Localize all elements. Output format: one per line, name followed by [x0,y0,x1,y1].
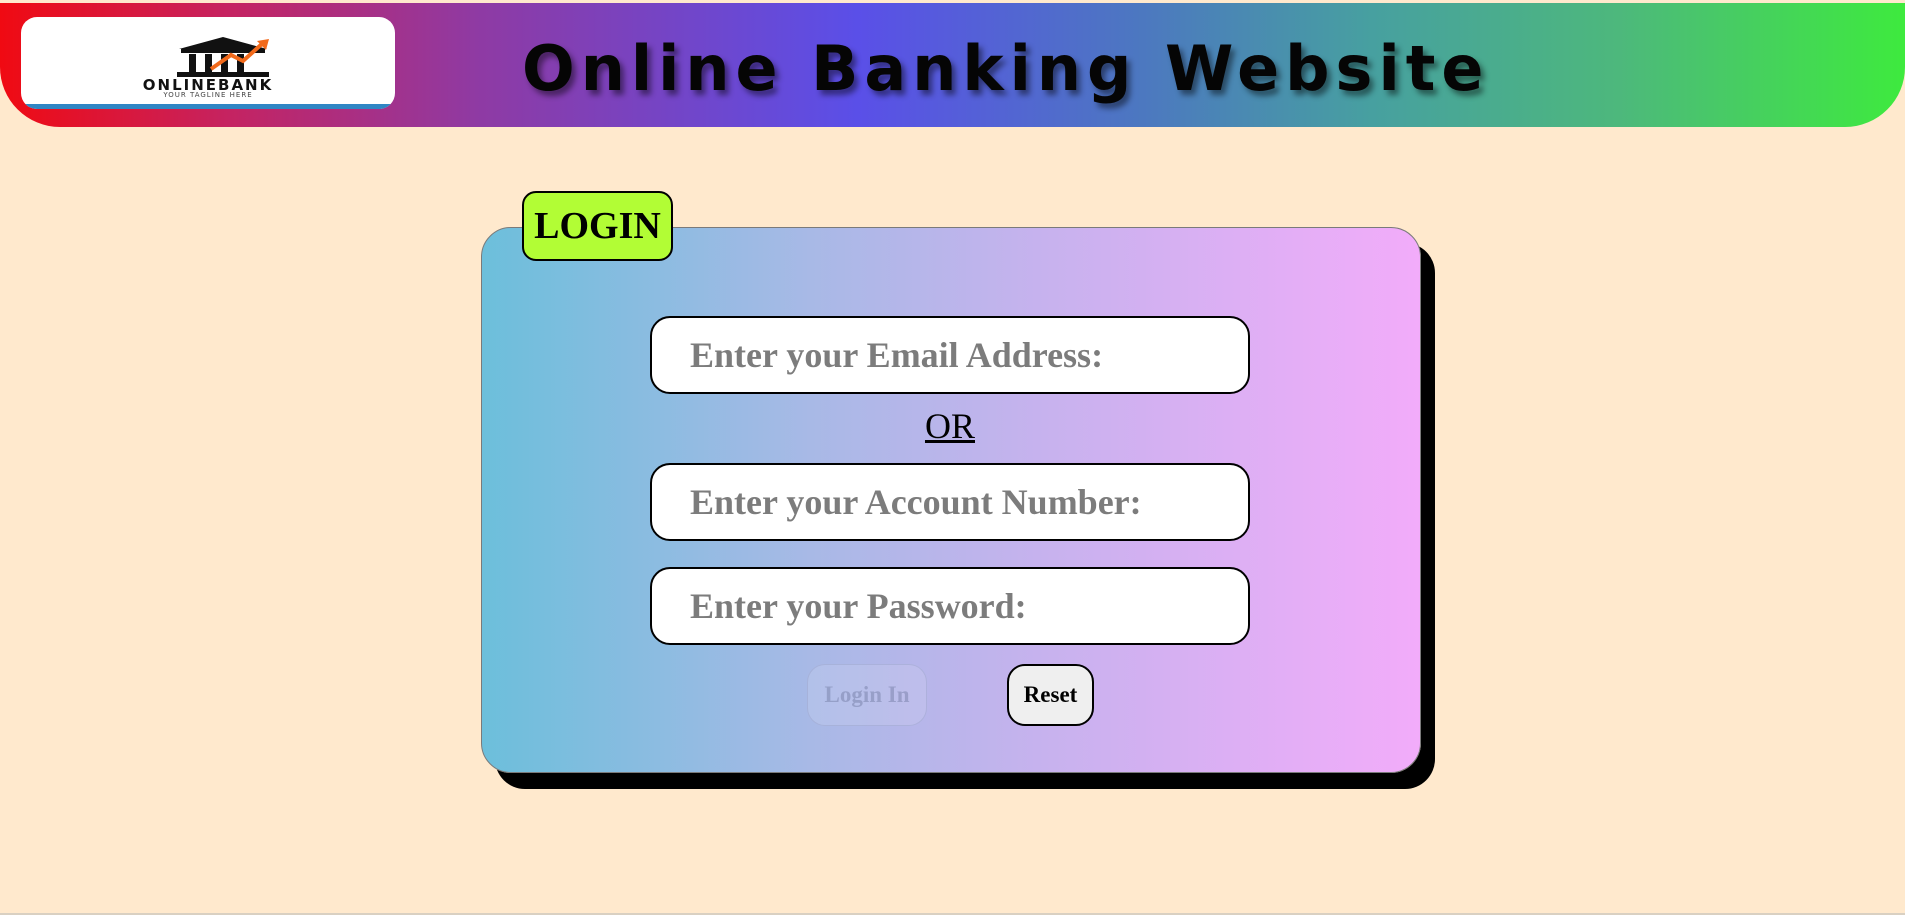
site-header: ONLINEBANK YOUR TAGLINE HERE Online Bank… [0,3,1905,127]
logo-strip [21,104,395,109]
bank-building-icon [177,37,269,77]
password-input[interactable] [650,567,1250,645]
email-input[interactable] [650,316,1250,394]
reset-button[interactable]: Reset [1007,664,1094,726]
or-separator: OR [924,406,975,446]
page-title: Online Banking Website [522,32,1490,105]
login-badge: LOGIN [522,191,673,261]
logo-tagline: YOUR TAGLINE HERE [163,91,253,99]
bank-logo[interactable]: ONLINEBANK YOUR TAGLINE HERE [21,17,395,109]
login-button[interactable]: Login In [807,664,927,726]
account-number-input[interactable] [650,463,1250,541]
